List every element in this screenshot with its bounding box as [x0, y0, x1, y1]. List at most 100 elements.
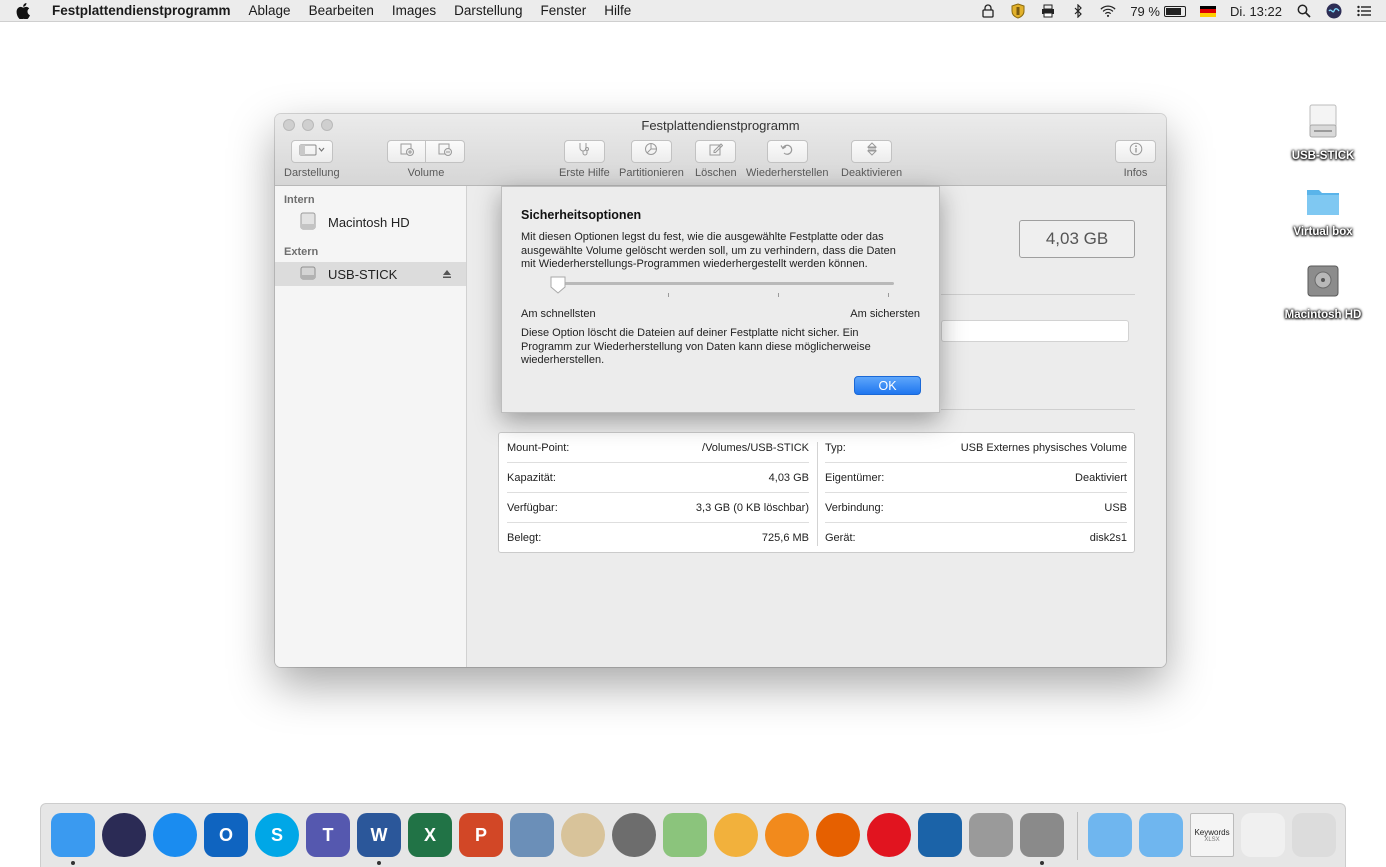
lock-status-icon[interactable] [980, 4, 996, 18]
maps-icon[interactable] [663, 813, 707, 857]
german-flag-icon[interactable] [1199, 5, 1216, 17]
restore-button[interactable] [766, 140, 808, 163]
info-row-available: Verfügbar: 3,3 GB (0 KB löschbar) [499, 493, 817, 523]
add-volume-button[interactable] [387, 140, 426, 163]
sidebar-item-macintosh-hd[interactable]: Macintosh HD [275, 210, 466, 234]
skype-icon[interactable]: S [255, 813, 299, 857]
dialog-description-line: Diese Option löscht die Dateien auf dein… [521, 327, 859, 339]
dock-separator [1077, 812, 1078, 860]
trash-icon[interactable] [1292, 813, 1336, 857]
dock: O S T W X P Keywords XLSX [40, 803, 1346, 867]
running-indicator [1040, 861, 1044, 865]
notification-center-icon[interactable] [1356, 4, 1372, 18]
printer-icon[interactable] [1040, 4, 1056, 18]
partition-button[interactable] [630, 140, 672, 163]
info-row-connection: Verbindung: USB [817, 493, 1135, 523]
unmount-button[interactable] [851, 140, 893, 163]
teams-icon[interactable]: T [306, 813, 350, 857]
erase-button[interactable] [695, 140, 737, 163]
app-letter: T [322, 824, 334, 845]
menu-darstellung[interactable]: Darstellung [454, 3, 522, 18]
menu-images[interactable]: Images [392, 3, 436, 18]
dialog-intro-line: mit Wiederherstellungs-Programmen wieder… [521, 258, 868, 270]
finder-icon[interactable] [51, 813, 95, 857]
running-indicator [377, 861, 381, 865]
photos-icon[interactable] [714, 813, 758, 857]
desktop-icon-macintosh-hd[interactable]: Macintosh HD [1278, 262, 1368, 321]
folder-icon [1305, 185, 1341, 222]
dialog-description-line: wiederherstellen. [521, 354, 605, 366]
info-value: USB Externes physisches Volume [960, 442, 1127, 454]
divider [941, 409, 1135, 410]
running-indicator [71, 861, 75, 865]
slider-max-label: Am sichersten [850, 308, 920, 320]
sidebar-item-usb-stick[interactable]: USB-STICK [275, 262, 466, 286]
disk-utility-icon[interactable] [1020, 813, 1064, 857]
eject-icon[interactable] [442, 267, 452, 282]
menu-fenster[interactable]: Fenster [540, 3, 586, 18]
firefox-icon[interactable] [816, 813, 860, 857]
powerpoint-icon[interactable]: P [459, 813, 503, 857]
menu-hilfe[interactable]: Hilfe [604, 3, 631, 18]
safari-icon[interactable] [153, 813, 197, 857]
app-letter: P [474, 824, 487, 845]
info-key: Kapazität: [507, 472, 556, 484]
view-button[interactable] [290, 140, 333, 163]
menu-ablage[interactable]: Ablage [249, 3, 291, 18]
siri-icon[interactable] [102, 813, 146, 857]
toolbar-erase-group: Löschen [695, 140, 737, 179]
ibooks-icon[interactable] [765, 813, 809, 857]
remove-volume-button[interactable] [426, 140, 465, 163]
app-letter: O [218, 824, 233, 845]
ornament-app-icon[interactable] [561, 813, 605, 857]
security-slider-track[interactable] [558, 282, 894, 285]
info-value: disk2s1 [1089, 532, 1127, 544]
desktop-icon-label: Macintosh HD [1284, 309, 1362, 321]
slider-tick [888, 293, 889, 297]
bluetooth-icon[interactable] [1070, 4, 1086, 18]
opera-icon[interactable] [867, 813, 911, 857]
internal-disk-icon [300, 212, 316, 233]
word-icon[interactable]: W [357, 813, 401, 857]
app-letter: X [423, 824, 436, 845]
capacity-badge: 4,03 GB [1019, 220, 1135, 258]
apple-menu-icon[interactable] [16, 2, 34, 19]
dialog-description: Diese Option löscht die Dateien auf dein… [521, 327, 926, 368]
outlook-icon[interactable]: O [204, 813, 248, 857]
desktop-icon-virtual-box[interactable]: Virtual box [1278, 185, 1368, 238]
excel-icon[interactable]: X [408, 813, 452, 857]
documents-folder-icon[interactable] [1139, 813, 1183, 857]
spotlight-search-icon[interactable] [1296, 4, 1312, 18]
slider-tick [668, 293, 669, 297]
info-button[interactable] [1115, 140, 1156, 163]
desktop-icon-label: Virtual box [1293, 226, 1353, 238]
erase-disk-icon [709, 142, 724, 161]
menu-bearbeiten[interactable]: Bearbeiten [309, 3, 374, 18]
info-key: Verfügbar: [507, 502, 558, 514]
menu-app-name[interactable]: Festplattendienstprogramm [52, 3, 231, 18]
info-row-capacity: Kapazität: 4,03 GB [499, 463, 817, 493]
system-preferences-icon[interactable] [612, 813, 656, 857]
toolbar-volume-group: Volume [387, 140, 465, 179]
virtualbox-icon[interactable] [918, 813, 962, 857]
desktop-icon-label: USB-STICK [1291, 150, 1355, 162]
desktop-icon-usb-stick[interactable]: USB-STICK [1278, 103, 1368, 162]
preview-icon[interactable] [510, 813, 554, 857]
siri-menu-icon[interactable] [1326, 3, 1342, 19]
menu-clock[interactable]: Di. 13:22 [1230, 4, 1282, 19]
info-key: Verbindung: [825, 502, 884, 514]
ok-button[interactable]: OK [854, 376, 921, 395]
wifi-icon[interactable] [1100, 4, 1116, 18]
sidebar-item-label: Macintosh HD [328, 214, 410, 230]
security-slider-knob[interactable] [550, 276, 566, 299]
info-key: Eigentümer: [825, 472, 885, 484]
first-aid-button[interactable] [563, 140, 605, 163]
keywords-xlsx-icon[interactable]: Keywords XLSX [1190, 813, 1234, 857]
security-options-dialog: Sicherheitsoptionen Mit diesen Optionen … [501, 186, 940, 413]
scissors-app-icon[interactable] [969, 813, 1013, 857]
battery-indicator[interactable]: 79 % [1130, 4, 1186, 19]
external-disk-icon [300, 265, 316, 284]
screenshot-file-icon[interactable] [1241, 813, 1285, 857]
applications-folder-icon[interactable] [1088, 813, 1132, 857]
shield-icon[interactable] [1010, 3, 1026, 19]
